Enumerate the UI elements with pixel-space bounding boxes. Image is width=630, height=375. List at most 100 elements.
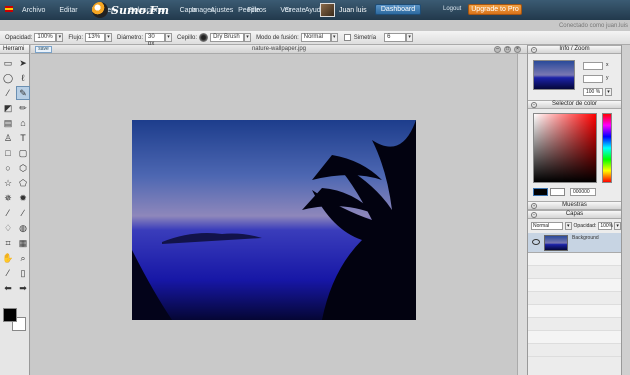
canvas-image[interactable] [132, 120, 416, 320]
logout-link[interactable]: Logout [443, 6, 461, 12]
text-tool-icon[interactable]: T [16, 131, 30, 145]
info-zoom-header[interactable]: − Info / Zoom [528, 45, 621, 54]
sharpen-tool-icon[interactable]: ∕ [16, 206, 30, 220]
pencil-tool-icon[interactable]: ✏ [16, 101, 30, 115]
star-tool-icon[interactable]: ☆ [1, 176, 15, 190]
flow-input[interactable]: 13% [85, 33, 106, 42]
saturation-value-field[interactable] [533, 113, 597, 183]
info-zoom-title: Info / Zoom [559, 46, 590, 52]
layer-blend-select[interactable]: Normal [531, 222, 563, 230]
symmetry-checkbox[interactable] [343, 34, 351, 41]
close-icon[interactable]: × [514, 46, 521, 53]
rounded-rect-tool-icon[interactable]: ▢ [16, 146, 30, 160]
canvas-vertical-scrollbar[interactable] [517, 54, 527, 375]
empty-layer-row [528, 292, 621, 305]
cylinder-tool-icon[interactable]: ▯ [16, 266, 30, 280]
site-nav: Images People Create [180, 0, 318, 20]
lasso-alt-tool-icon[interactable]: ℓ [16, 71, 30, 85]
dodge-tool-icon[interactable]: ◍ [16, 221, 30, 235]
layer-opacity-dropdown-icon[interactable]: ▾ [614, 222, 621, 230]
diameter-dropdown-icon[interactable]: ▾ [165, 33, 173, 42]
user-name[interactable]: Juan luis [339, 7, 367, 14]
burst-tool-icon[interactable]: ✵ [1, 191, 15, 205]
stamp-tool-icon[interactable]: ♙ [1, 131, 15, 145]
zoom-input[interactable]: 100 % [583, 88, 603, 96]
collapse-info-icon[interactable]: − [531, 47, 537, 53]
zoom-dropdown-icon[interactable]: ▾ [605, 88, 612, 96]
document-tab: save nature-wallpaper.jpg – □ × [31, 45, 527, 54]
opacity-input[interactable]: 100% [34, 33, 57, 42]
hex-color-input[interactable]: 000000 [570, 188, 596, 196]
polygon-tool-icon[interactable]: ⬡ [16, 161, 30, 175]
fill-tool-icon[interactable]: ⌂ [16, 116, 30, 130]
foreground-color-swatch[interactable] [3, 308, 17, 322]
arrow-right-icon[interactable]: ➡ [16, 281, 30, 295]
blur-tool-icon[interactable]: ♢ [1, 221, 15, 235]
secondary-color-swatch[interactable] [550, 188, 565, 196]
diameter-input[interactable]: 30 px [145, 33, 166, 47]
eraser-tool-icon[interactable]: ◩ [1, 101, 15, 115]
layer-row[interactable]: Background [528, 233, 621, 253]
layers-header[interactable]: − Capas [528, 210, 621, 219]
arrow-left-icon[interactable]: ⬅ [1, 281, 15, 295]
color-picker-header[interactable]: − Selector de color [528, 100, 621, 109]
crop-tool-icon[interactable]: ⌗ [1, 236, 15, 250]
language-flag-icon[interactable] [5, 6, 13, 12]
hue-slider[interactable] [602, 113, 612, 183]
nav-people[interactable]: People [226, 7, 272, 14]
minimize-icon[interactable]: – [494, 46, 501, 53]
swatches-header[interactable]: + Muestras [528, 201, 621, 210]
layer-opacity-input[interactable]: 100% [598, 222, 613, 230]
y-coordinate-field [583, 75, 603, 83]
picker-tool-icon[interactable]: ⁄ [1, 266, 15, 280]
collapse-layers-icon[interactable]: − [531, 212, 537, 218]
upgrade-button[interactable]: Upgrade to Pro [468, 4, 522, 15]
collapse-color-icon[interactable]: − [531, 102, 537, 108]
smudge-tool-icon[interactable]: ⁄ [1, 206, 15, 220]
nav-images[interactable]: Images [180, 7, 226, 14]
nav-create[interactable]: Create [272, 7, 318, 14]
marquee-tool-icon[interactable]: ▭ [1, 56, 15, 70]
brand-logo[interactable]: Sumo.Fm [92, 1, 169, 19]
connected-as-text: Conectado como juan.luis [558, 23, 628, 29]
logo-mascot-icon [92, 2, 108, 18]
ellipse-tool-icon[interactable]: ○ [1, 161, 15, 175]
menu-editar[interactable]: Editar [59, 7, 77, 14]
visibility-eye-icon[interactable] [532, 239, 540, 245]
flow-dropdown-icon[interactable]: ▾ [105, 33, 113, 42]
current-color-swatch[interactable] [533, 188, 548, 196]
brush-dropdown-icon[interactable]: ▾ [244, 33, 252, 42]
gear-tool-icon[interactable]: ✹ [16, 191, 30, 205]
tools-panel-header: Herrami [0, 45, 29, 54]
hand-tool-icon[interactable]: ✋ [1, 251, 15, 265]
rectangle-tool-icon[interactable]: □ [1, 146, 15, 160]
empty-layer-row [528, 253, 621, 266]
dashboard-button[interactable]: Dashboard [375, 4, 421, 15]
lasso-tool-icon[interactable]: ◯ [1, 71, 15, 85]
zoom-tool-icon[interactable]: ⌕ [16, 251, 30, 265]
collapse-swatches-icon[interactable]: + [531, 203, 537, 209]
opacity-dropdown-icon[interactable]: ▾ [56, 33, 64, 42]
brush-select[interactable]: Dry Brush [210, 33, 245, 42]
move-tool-icon[interactable]: ➤ [16, 56, 30, 70]
shape-tool-icon[interactable]: ⬠ [16, 176, 30, 190]
navigator-thumbnail[interactable] [533, 60, 575, 90]
symmetry-input[interactable]: 6 [384, 33, 407, 42]
slice-tool-icon[interactable]: ▦ [16, 236, 30, 250]
x-coordinate-field [583, 62, 603, 70]
page-vertical-scrollbar[interactable] [621, 45, 630, 375]
layer-blend-dropdown-icon[interactable]: ▾ [564, 222, 572, 230]
blend-mode-dropdown-icon[interactable]: ▾ [330, 33, 338, 42]
symmetry-dropdown-icon[interactable]: ▾ [406, 33, 414, 42]
right-panels: − Info / Zoom x y 100 % ▾ − Selector de … [527, 45, 621, 375]
eyedropper-tool-icon[interactable]: ⁄ [1, 86, 15, 100]
gradient-tool-icon[interactable]: ▤ [1, 116, 15, 130]
avatar[interactable] [320, 3, 335, 17]
maximize-icon[interactable]: □ [504, 46, 511, 53]
brush-preview-icon [199, 33, 209, 42]
blend-mode-select[interactable]: Normal [300, 33, 331, 42]
y-label: y [606, 75, 609, 81]
menu-archivo[interactable]: Archivo [22, 7, 45, 14]
user-info[interactable]: Juan luis [320, 2, 367, 18]
brush-tool-icon[interactable]: ✎ [16, 86, 30, 100]
